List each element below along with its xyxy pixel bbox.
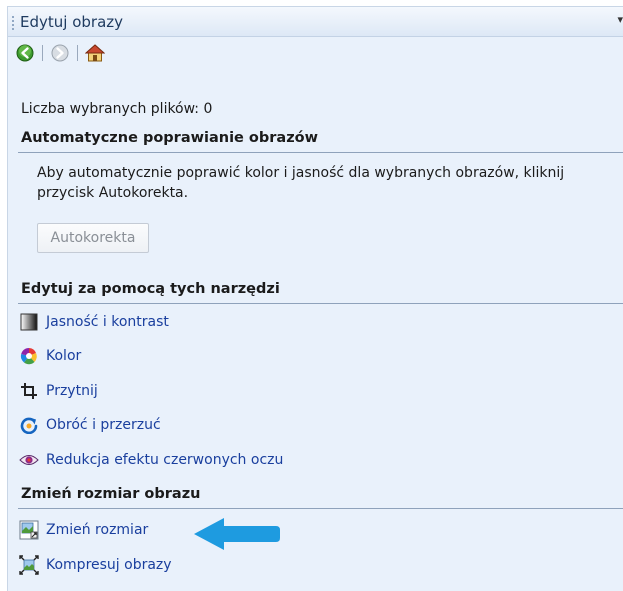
navigation-toolbar: [14, 41, 106, 65]
nav-separator: [77, 45, 78, 61]
tool-color[interactable]: Kolor: [18, 345, 81, 367]
tool-rotate-flip[interactable]: Obróć i przerzuć: [18, 414, 161, 436]
section-divider: [18, 508, 623, 509]
tool-crop[interactable]: Przytnij: [18, 380, 98, 402]
red-eye-icon: [19, 455, 39, 465]
tool-compress[interactable]: Kompresuj obrazy: [18, 554, 172, 576]
pane-title: Edytuj obrazy: [20, 13, 124, 31]
selected-files-count: Liczba wybranych plików: 0: [21, 101, 213, 117]
home-button[interactable]: [84, 42, 106, 64]
compress-icon: [19, 555, 39, 575]
tool-label: Zmień rozmiar: [46, 522, 149, 538]
tool-brightness-contrast[interactable]: Jasność i kontrast: [18, 311, 169, 333]
tool-label: Przytnij: [46, 383, 98, 399]
resize-icon: [19, 520, 39, 540]
edit-pictures-pane: Edytuj obrazy ▾ Liczba wybranych plików:…: [7, 6, 623, 591]
rotate-flip-icon: [20, 417, 38, 434]
auto-correct-description: Aby automatycznie poprawić kolor i jasno…: [37, 165, 565, 201]
crop-icon: [21, 383, 37, 399]
color-wheel-icon: [20, 347, 37, 365]
tool-label: Kompresuj obrazy: [46, 557, 172, 573]
resize-section-title: Zmień rozmiar obrazu: [21, 486, 201, 502]
pane-menu-dropdown[interactable]: ▾: [617, 13, 623, 26]
tool-red-eye[interactable]: Redukcja efektu czerwonych oczu: [18, 449, 283, 471]
brightness-contrast-icon: [20, 313, 38, 331]
home-icon: [85, 44, 105, 62]
forward-button[interactable]: [49, 42, 71, 64]
pointer-arrow-annotation: [194, 518, 280, 550]
section-divider: [18, 152, 623, 153]
pane-title-bar: Edytuj obrazy ▾: [8, 7, 623, 37]
tool-label: Kolor: [46, 348, 82, 364]
autocorrect-button[interactable]: Autokorekta: [37, 223, 149, 253]
back-button[interactable]: [14, 42, 36, 64]
auto-correct-section-title: Automatyczne poprawianie obrazów: [21, 130, 319, 146]
tool-label: Obróć i przerzuć: [46, 417, 161, 433]
tool-label: Redukcja efektu czerwonych oczu: [46, 452, 284, 468]
grip-handle[interactable]: [12, 15, 14, 31]
tool-resize[interactable]: Zmień rozmiar: [18, 519, 148, 541]
back-arrow-icon: [16, 44, 34, 62]
nav-separator: [42, 45, 43, 61]
forward-arrow-icon: [51, 44, 69, 62]
tool-label: Jasność i kontrast: [46, 314, 169, 330]
section-divider: [18, 303, 623, 304]
tools-section-title: Edytuj za pomocą tych narzędzi: [21, 281, 280, 297]
